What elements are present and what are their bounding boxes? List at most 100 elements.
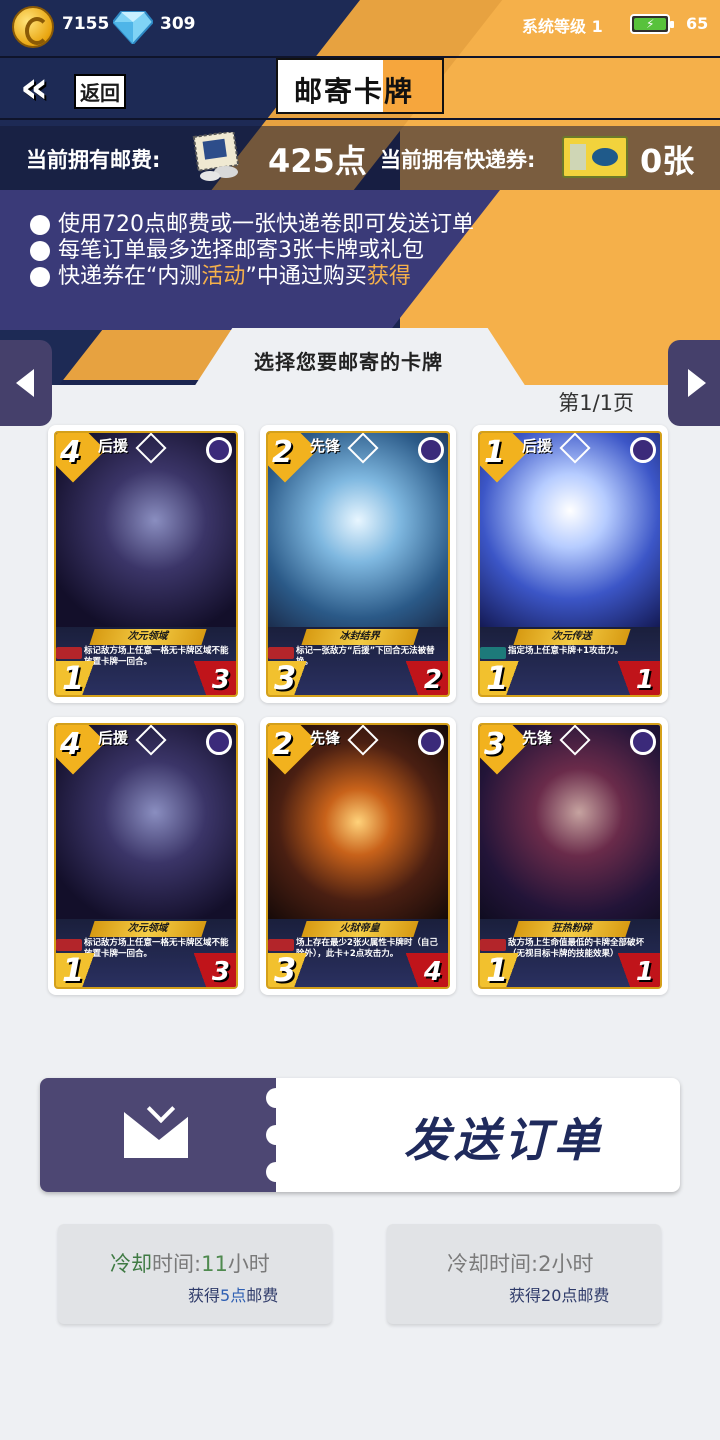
card-item[interactable]: 4 后援 次元领域 标记敌方场上任意一格无卡牌区域不能放置卡牌一回合。 1 3 (48, 425, 244, 703)
cooldown-box[interactable]: 冷却时间:11小时 获得5点邮费 (58, 1224, 332, 1324)
card-name: 次元传送 (513, 629, 631, 645)
cooldown-reward: 获得20点邮费 (509, 1286, 610, 1305)
card-health: 1 (635, 957, 654, 987)
ticket-icon (562, 136, 628, 178)
card-face: 3 先锋 狂热粉碎 敌方场上生命值最低的卡牌全部破坏（无视目标卡牌的技能效果） 1 1 (478, 723, 662, 989)
element-icon (206, 437, 232, 463)
card-name: 狂热粉碎 (513, 921, 631, 937)
card-face: 1 后援次元传送 指定场上任意卡牌+1攻击力。 1 1 (478, 431, 662, 697)
element-icon (630, 437, 656, 463)
card-cost: 4 (60, 727, 81, 762)
bullet-icon (30, 215, 50, 235)
card-face: 4 后援 次元领域 标记敌方场上任意一格无卡牌区域不能放置卡牌一回合。 1 3 (54, 431, 238, 697)
card-tag (268, 647, 294, 659)
status-bar: 7155 309 系统等级 1 ⚡ 65 (0, 0, 720, 52)
card-attack: 1 (486, 659, 509, 697)
element-icon (630, 729, 656, 755)
next-page-button[interactable] (668, 340, 720, 426)
card-health: 3 (211, 957, 230, 987)
page-indicator: 第1/1页 (558, 391, 634, 415)
back-button[interactable]: « 返回 (6, 64, 146, 114)
battery-icon: ⚡ (630, 14, 674, 34)
card-role: 后援 (522, 437, 553, 455)
card-health: 3 (211, 665, 230, 695)
gem-count: 309 (160, 14, 196, 34)
card-health: 2 (423, 665, 442, 695)
stamp-icon (192, 132, 240, 181)
postage-value: 425点 (268, 142, 367, 180)
card-tag (480, 939, 506, 951)
card-tag (56, 647, 82, 659)
postage-label: 当前拥有邮费: (26, 148, 161, 172)
back-label: 返回 (74, 74, 126, 109)
card-tag (56, 939, 82, 951)
card-desc: 指定场上任意卡牌+1攻击力。 (508, 646, 624, 656)
card-cost: 3 (484, 727, 505, 762)
card-attack: 1 (62, 951, 85, 989)
card-attack: 1 (486, 951, 509, 989)
currency-bar: 当前拥有邮费: 425点 当前拥有快递券: 0张 (0, 126, 720, 190)
send-order-label: 发送订单 (404, 1113, 604, 1167)
select-cards-title: 选择您要邮寄的卡牌 (254, 350, 443, 374)
back-chevron-icon: « (20, 62, 49, 113)
send-order-button[interactable]: 发送订单 (40, 1078, 680, 1192)
card-item[interactable]: 4 后援 次元领域 标记敌方场上任意一格无卡牌区域不能放置卡牌一回合。 1 3 (48, 717, 244, 995)
card-name: 次元领域 (89, 921, 207, 937)
card-item[interactable]: 2先锋冰封结界标记一张敌方“后援”下回合无法被替换。32 (260, 425, 456, 703)
card-role: 后援 (98, 729, 129, 747)
rules-list: 使用720点邮费或一张快递卷即可发送订单 每笔订单最多选择邮寄3张卡牌或礼包 快… (30, 212, 474, 290)
card-cost: 1 (484, 435, 505, 470)
rule-item: 使用720点邮费或一张快递卷即可发送订单 (30, 212, 474, 238)
card-name: 冰封结界 (301, 629, 419, 645)
arrow-left-icon (16, 369, 34, 397)
page-title-text: 邮寄卡牌 (294, 75, 415, 108)
select-cards-tab: 选择您要邮寄的卡牌 (192, 328, 528, 390)
envelope-icon (124, 1112, 194, 1158)
card-role: 先锋 (310, 729, 341, 747)
ticket-notch (266, 1125, 286, 1145)
card-item[interactable]: 3 先锋 狂热粉碎 敌方场上生命值最低的卡牌全部破坏（无视目标卡牌的技能效果） 1 1 (472, 717, 668, 995)
send-order-icon-panel (40, 1078, 276, 1192)
card-tag (268, 939, 294, 951)
card-health: 1 (635, 665, 654, 695)
page-title: 邮寄卡牌 (276, 58, 444, 114)
ticket-notch (266, 1162, 286, 1182)
card-name: 火狱帝皇 (301, 921, 419, 937)
card-tag (480, 647, 506, 659)
gem-icon (113, 11, 153, 44)
bullet-icon (30, 241, 50, 261)
card-cost: 2 (272, 435, 293, 470)
card-name: 次元领域 (89, 629, 207, 645)
card-role: 后援 (98, 437, 129, 455)
ticket-label: 当前拥有快递券: (380, 148, 536, 172)
card-face: 2先锋冰封结界标记一张敌方“后援”下回合无法被替换。32 (266, 431, 450, 697)
card-attack: 3 (274, 659, 297, 697)
cooldown-time: 冷却时间:11小时 (110, 1252, 270, 1276)
element-icon (206, 729, 232, 755)
card-cost: 4 (60, 435, 81, 470)
card-item[interactable]: 1 后援次元传送 指定场上任意卡牌+1攻击力。 1 1 (472, 425, 668, 703)
header: « 返回 邮寄卡牌 (0, 56, 720, 120)
ticket-value: 0张 (640, 142, 695, 180)
battery-level: 65 (686, 14, 709, 33)
card-face: 2 先锋 火狱帝皇 场上存在最少2张火属性卡牌时（自己除外），此卡+2点攻击力。 3 4 (266, 723, 450, 989)
card-selection-area: 第1/1页 4 后援 次元领域 标记敌方场上任意一格无卡牌区域不能放置卡牌一回合。 1 3… (0, 385, 720, 1440)
card-item[interactable]: 2 先锋 火狱帝皇 场上存在最少2张火属性卡牌时（自己除外），此卡+2点攻击力。 3 4 (260, 717, 456, 995)
card-cost: 2 (272, 727, 293, 762)
card-role: 先锋 (310, 437, 341, 455)
cooldown-box[interactable]: 冷却时间:2小时 获得20点邮费 (387, 1224, 661, 1324)
card-face: 4 后援 次元领域 标记敌方场上任意一格无卡牌区域不能放置卡牌一回合。 1 3 (54, 723, 238, 989)
prev-page-button[interactable] (0, 340, 52, 426)
ticket-notch (266, 1088, 286, 1108)
element-icon (418, 437, 444, 463)
rule-item: 每笔订单最多选择邮寄3张卡牌或礼包 (30, 238, 474, 264)
bullet-icon (30, 267, 50, 287)
arrow-right-icon (688, 369, 706, 397)
element-icon (418, 729, 444, 755)
card-role: 先锋 (522, 729, 553, 747)
rule-item: 快递券在“内测 活动 ”中通过购买 获得 (30, 264, 474, 290)
coin-count: 7155 (62, 14, 110, 34)
cooldown-reward: 获得5点邮费 (188, 1286, 279, 1305)
card-attack: 1 (62, 659, 85, 697)
system-level: 系统等级 1 (522, 17, 603, 36)
